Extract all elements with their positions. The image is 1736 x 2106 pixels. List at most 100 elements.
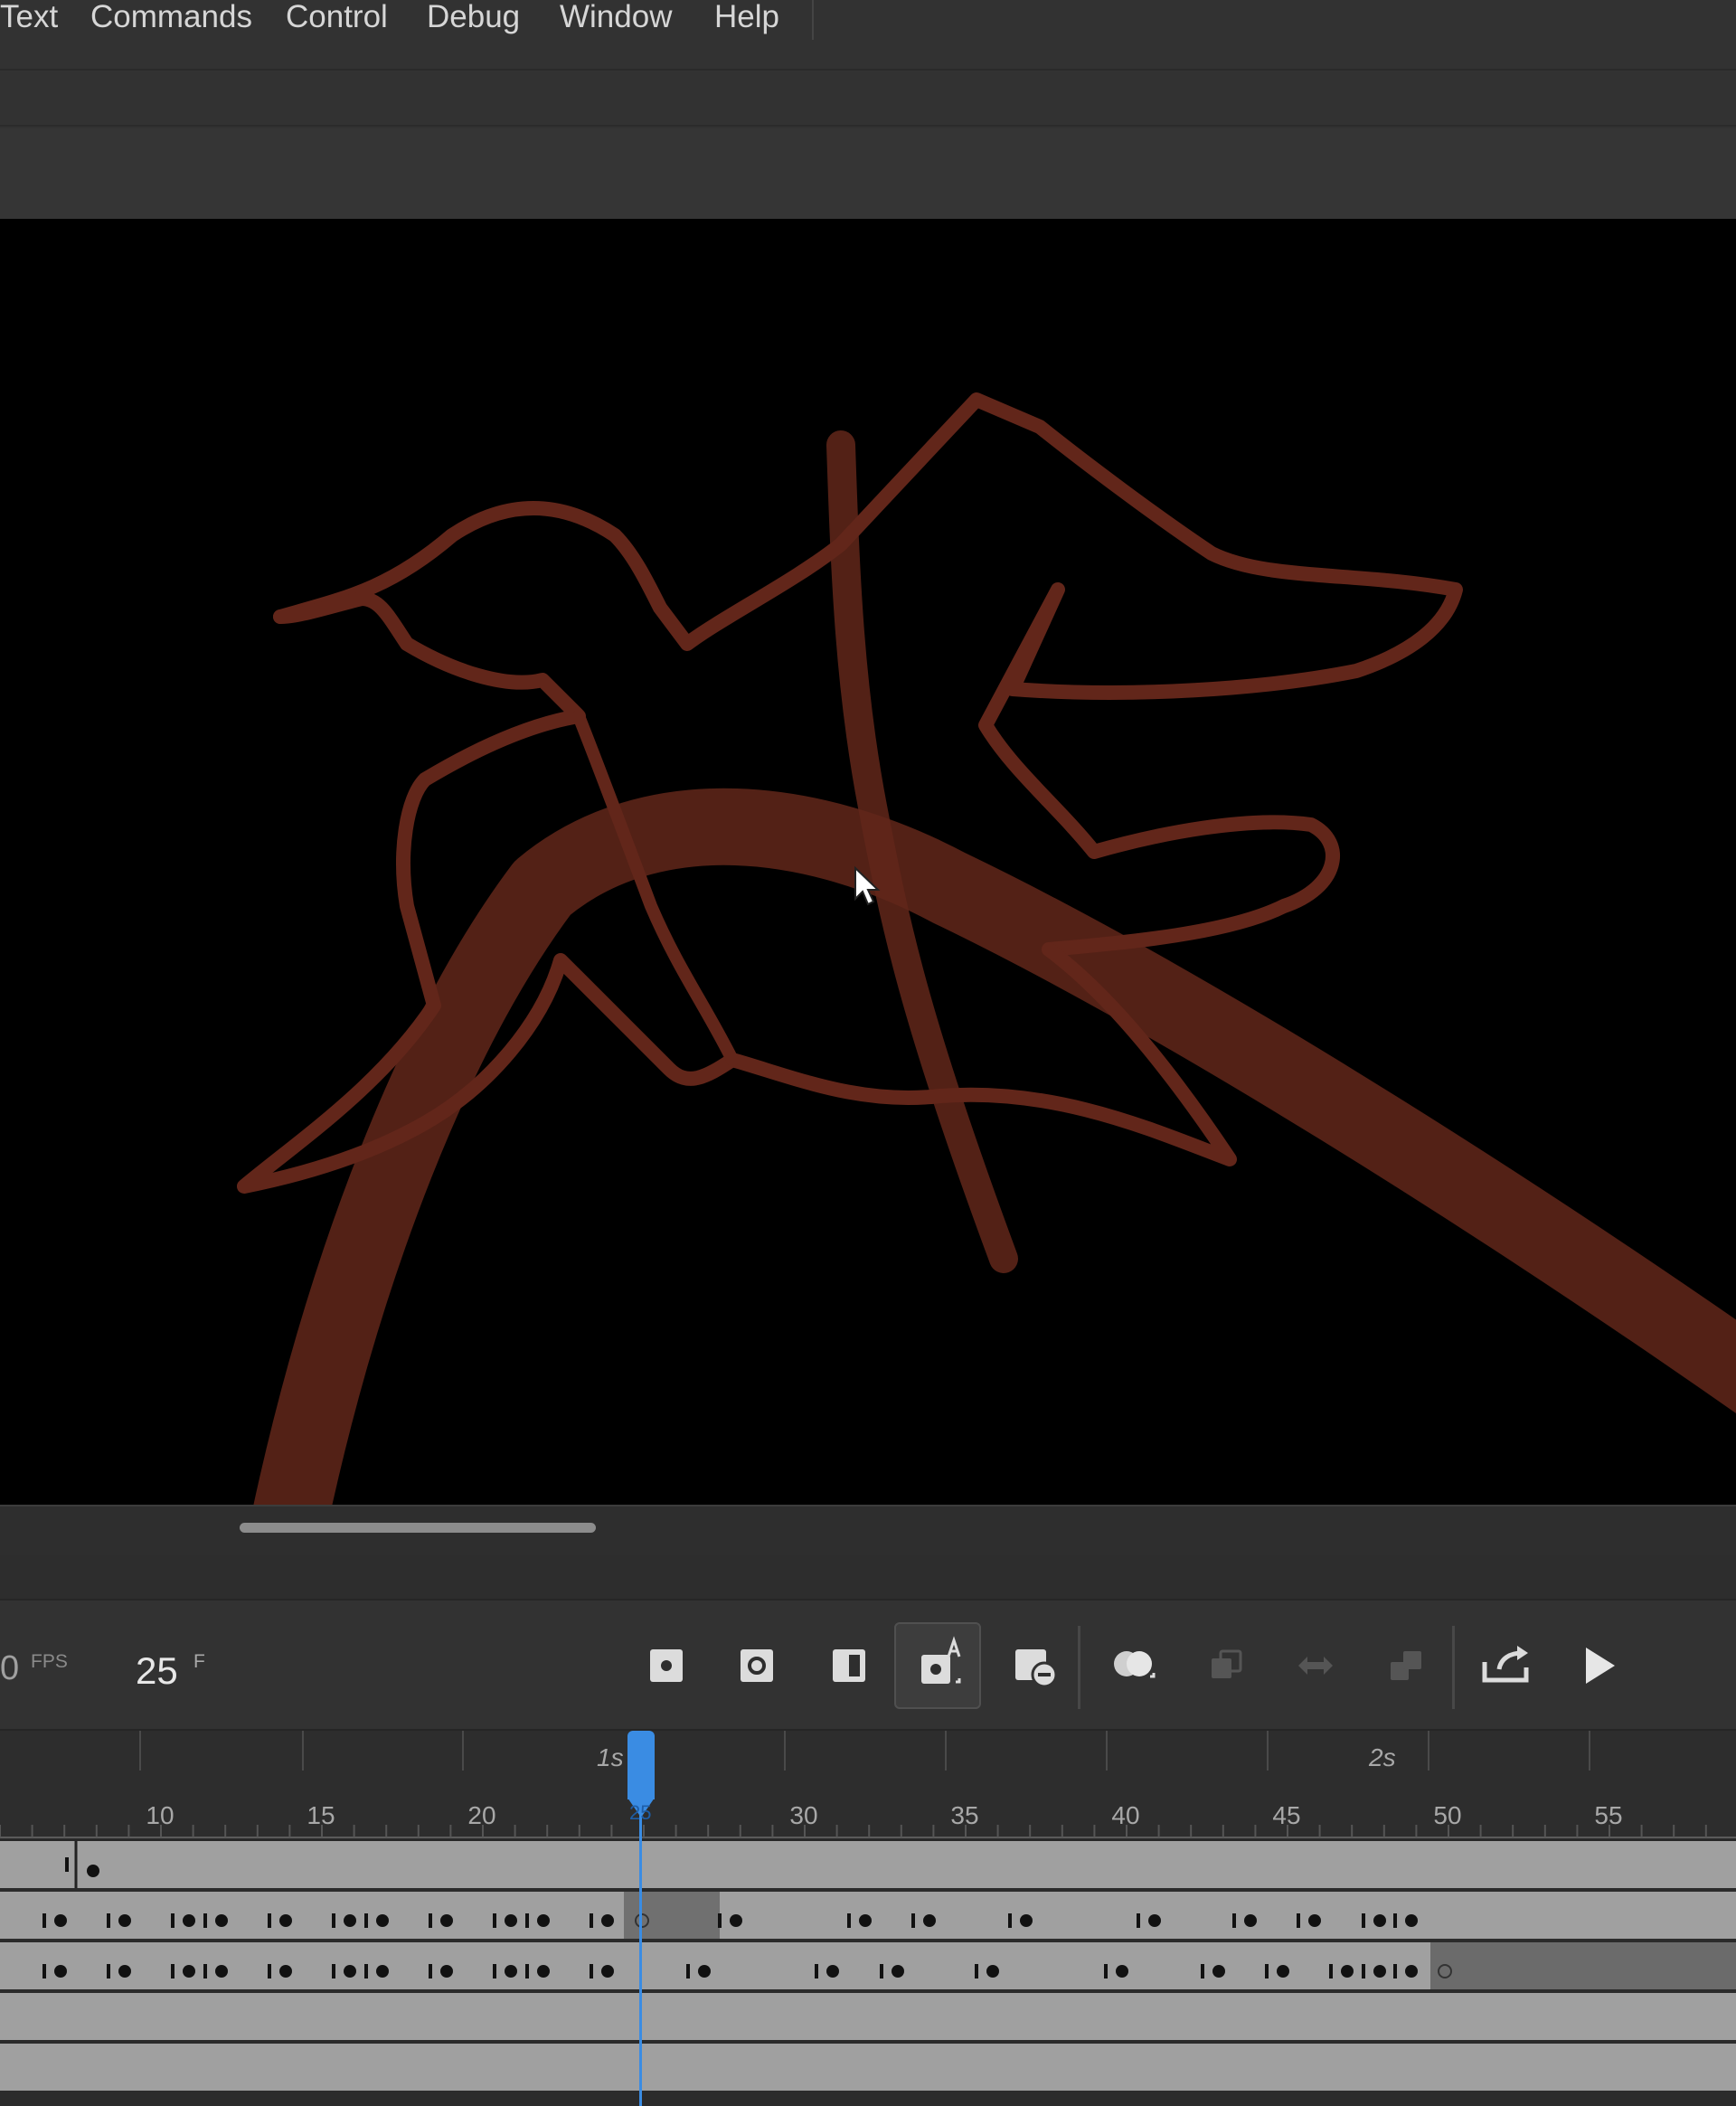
keyframe-dot bbox=[1341, 1965, 1354, 1978]
insert-blank-keyframe-icon bbox=[741, 1649, 773, 1682]
playhead-line bbox=[639, 1814, 642, 2106]
frame-span-end bbox=[686, 1964, 690, 1979]
frame-span-end bbox=[590, 1964, 593, 1979]
frame-span-end bbox=[525, 1913, 529, 1928]
frame-number: 45 bbox=[1272, 1801, 1301, 1829]
frame-span-end bbox=[1393, 1913, 1397, 1928]
keyframe-dot bbox=[1308, 1914, 1321, 1927]
seconds-label-2s: 2s bbox=[1369, 1743, 1396, 1771]
keyframe-dot bbox=[1405, 1914, 1418, 1927]
layer-row-1[interactable] bbox=[0, 1841, 1736, 1888]
remove-frame-icon bbox=[1015, 1649, 1058, 1688]
seconds-label-1s: 1s bbox=[597, 1743, 624, 1771]
layer-row-3[interactable] bbox=[0, 1942, 1736, 1989]
frame-unit-label: F bbox=[193, 1651, 205, 1672]
frame-span-end bbox=[1137, 1913, 1140, 1928]
frame-span-end bbox=[429, 1964, 432, 1979]
current-frame-value[interactable]: 25 bbox=[136, 1649, 178, 1693]
sync-button[interactable] bbox=[1362, 1622, 1448, 1709]
layer-row-4[interactable] bbox=[0, 1993, 1736, 2040]
remove-frame-button[interactable] bbox=[992, 1622, 1079, 1709]
branch-stroke bbox=[253, 788, 1736, 1505]
playhead-frame-number: 25 bbox=[629, 1801, 652, 1824]
keyframe-dot bbox=[440, 1914, 453, 1927]
onion-skin-button[interactable] bbox=[1090, 1622, 1177, 1709]
menu-commands[interactable]: Commands bbox=[90, 0, 252, 34]
auto-keyframe-button[interactable] bbox=[894, 1622, 981, 1709]
frame-span-end bbox=[525, 1964, 529, 1979]
frame-number: 10 bbox=[146, 1801, 175, 1829]
keyframe-dot bbox=[183, 1965, 195, 1978]
insert-frame-button[interactable] bbox=[806, 1622, 892, 1709]
frame-span-end bbox=[1297, 1913, 1300, 1928]
fps-label: FPS bbox=[31, 1651, 68, 1672]
frame-span-end bbox=[1362, 1913, 1365, 1928]
insert-keyframe-button[interactable] bbox=[623, 1622, 710, 1709]
keyframe-dot bbox=[1373, 1914, 1386, 1927]
frame-span-end bbox=[364, 1964, 368, 1979]
keyframe-dot bbox=[601, 1965, 614, 1978]
keyframe-dot bbox=[1020, 1914, 1033, 1927]
keyframe-dot bbox=[183, 1914, 195, 1927]
keyframe-dot bbox=[279, 1965, 292, 1978]
frame-span-end bbox=[332, 1913, 335, 1928]
frame-span-end bbox=[493, 1913, 496, 1928]
frame-span-end bbox=[171, 1964, 175, 1979]
loop-button[interactable] bbox=[1271, 1622, 1358, 1709]
frame-number: 55 bbox=[1594, 1801, 1623, 1829]
frame-span-end bbox=[1201, 1964, 1204, 1979]
menu-text[interactable]: Text bbox=[0, 0, 58, 34]
keyframe-dot bbox=[986, 1965, 999, 1978]
frame-span-end bbox=[847, 1913, 851, 1928]
frame-span-end bbox=[815, 1964, 818, 1979]
layer-row-5[interactable] bbox=[0, 2044, 1736, 2091]
stage-canvas[interactable] bbox=[0, 219, 1736, 1505]
frame-span-end bbox=[718, 1913, 722, 1928]
play-icon bbox=[1586, 1648, 1615, 1684]
timeline-header bbox=[0, 1555, 1736, 1601]
fps-value[interactable]: 0 bbox=[0, 1649, 19, 1688]
frame-span-end bbox=[1104, 1964, 1108, 1979]
keyframe-dot bbox=[698, 1965, 711, 1978]
play-button[interactable] bbox=[1555, 1622, 1642, 1709]
frame-span-end bbox=[1362, 1964, 1365, 1979]
keyframe-dot bbox=[537, 1965, 550, 1978]
edit-multiple-frames-button[interactable] bbox=[1181, 1622, 1268, 1709]
keyframe-dot bbox=[1405, 1965, 1418, 1978]
layer-row-2[interactable] bbox=[0, 1892, 1736, 1939]
layer-frames-2 bbox=[42, 1892, 1418, 1939]
frame-span-end bbox=[268, 1964, 271, 1979]
frame-number: 50 bbox=[1433, 1801, 1462, 1829]
controls-divider-2 bbox=[1452, 1626, 1455, 1709]
keyframe-dot bbox=[54, 1965, 67, 1978]
menu-debug[interactable]: Debug bbox=[427, 0, 520, 34]
frame-span-end bbox=[203, 1964, 207, 1979]
keyframe-dot bbox=[1373, 1965, 1386, 1978]
export-button[interactable] bbox=[1463, 1622, 1550, 1709]
menu-bar: Text Commands Control Debug Window Help bbox=[0, 0, 1736, 71]
layer-frames-1 bbox=[65, 1841, 99, 1888]
keyframe-dot bbox=[537, 1914, 550, 1927]
keyframe-dot bbox=[601, 1914, 614, 1927]
insert-blank-keyframe-button[interactable] bbox=[713, 1622, 800, 1709]
frame-span-end bbox=[1329, 1964, 1333, 1979]
playhead-handle[interactable] bbox=[627, 1731, 655, 1799]
frame-number: 15 bbox=[307, 1801, 335, 1829]
auto-keyframe-icon bbox=[921, 1636, 961, 1684]
controls-divider bbox=[1078, 1626, 1080, 1709]
timeline-ruler[interactable]: 1s 2s 10 15 20 30 35 40 45 50 55 bbox=[0, 1729, 1736, 1841]
horizontal-scrollbar-thumb[interactable] bbox=[240, 1523, 596, 1533]
menu-window[interactable]: Window bbox=[560, 0, 672, 34]
keyframe-dot bbox=[923, 1914, 936, 1927]
keyframe-dot bbox=[826, 1965, 839, 1978]
frame-span-end bbox=[107, 1913, 110, 1928]
loop-icon bbox=[1298, 1657, 1333, 1675]
keyframe-dot bbox=[1116, 1965, 1128, 1978]
stage-drawing bbox=[237, 392, 1736, 1505]
menu-help[interactable]: Help bbox=[714, 0, 779, 34]
frame-span-end bbox=[364, 1913, 368, 1928]
menu-control[interactable]: Control bbox=[286, 0, 388, 34]
frame-span-end bbox=[1265, 1964, 1269, 1979]
menu-divider bbox=[812, 0, 814, 40]
frame-span-end bbox=[1008, 1913, 1012, 1928]
